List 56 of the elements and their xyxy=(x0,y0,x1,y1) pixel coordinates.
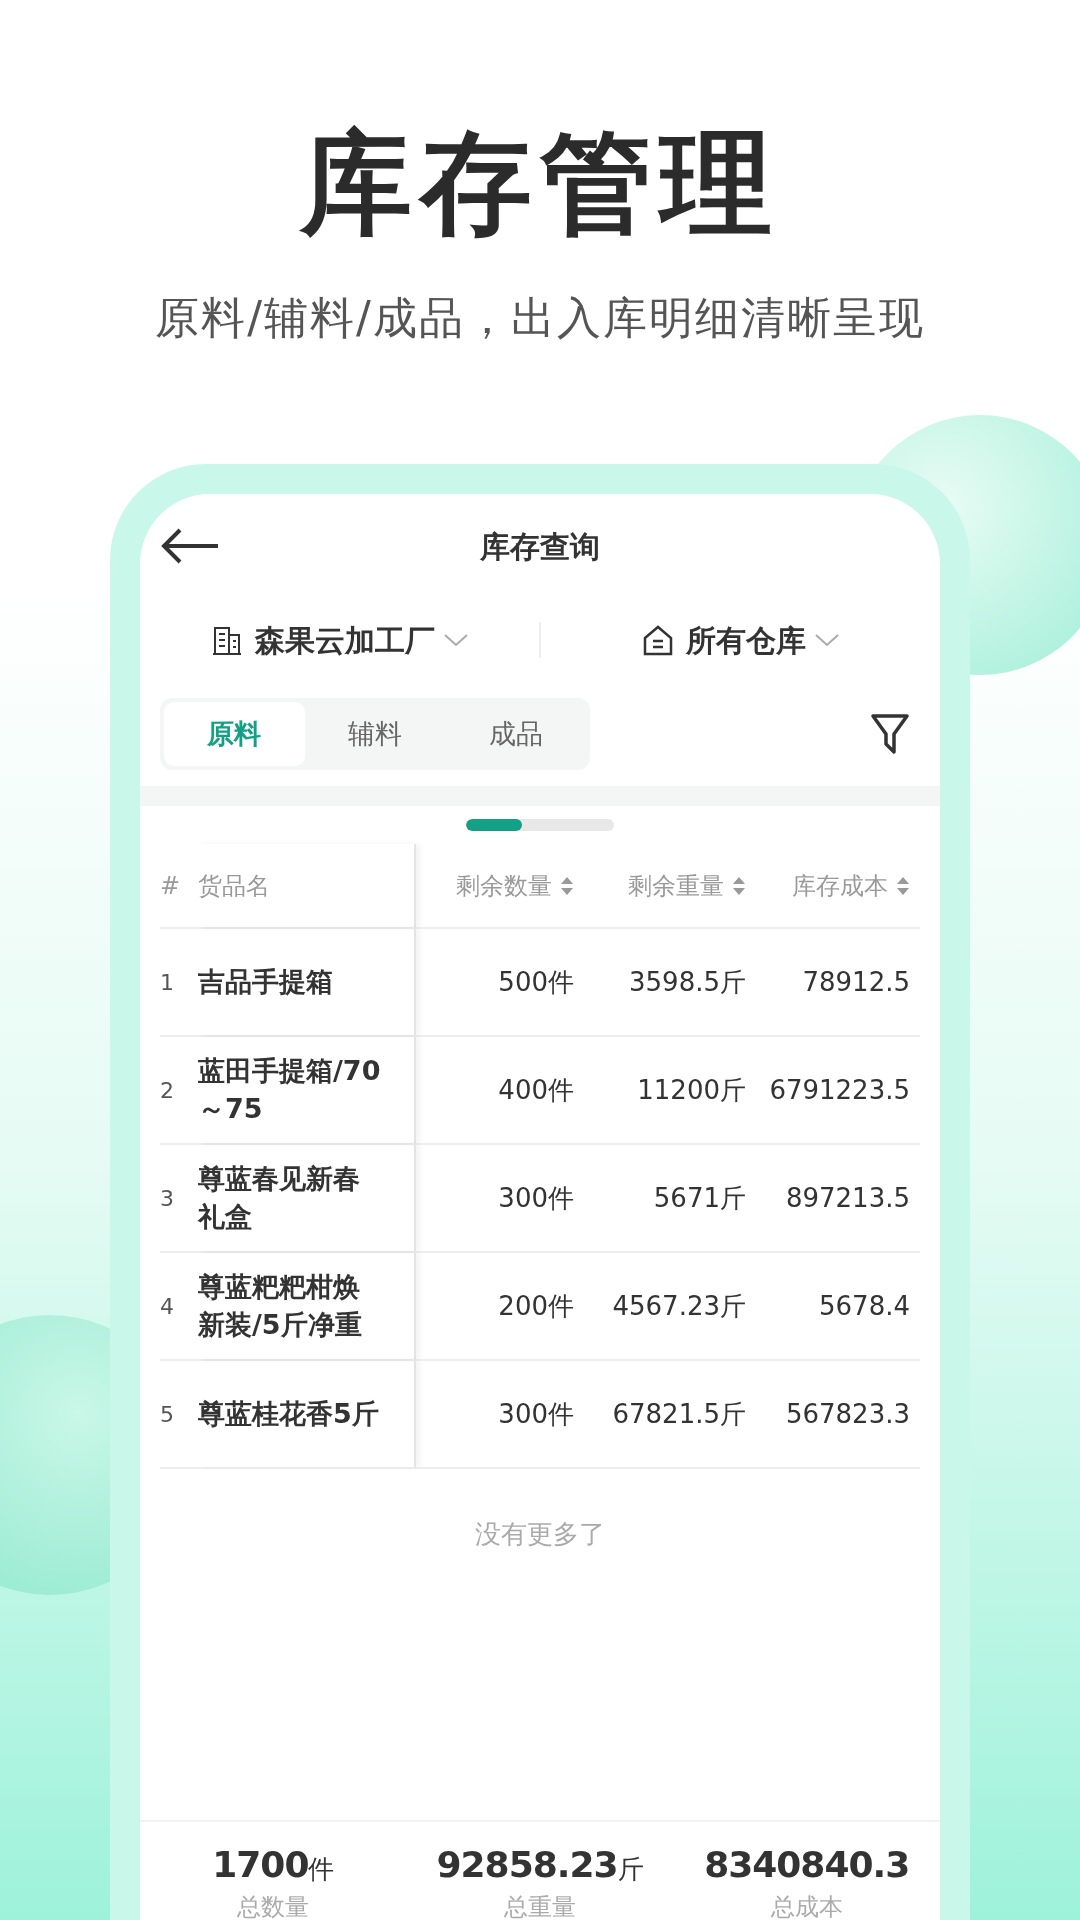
product-name: 尊蓝桂花香5斤 xyxy=(198,1397,379,1431)
product-name: 尊蓝春见新春礼盒 xyxy=(198,1162,361,1234)
total-value: 8340840.3 xyxy=(704,1844,910,1886)
table-cell-text: 3598.5斤 xyxy=(628,965,746,999)
tab[interactable]: 原料 xyxy=(164,702,305,766)
table-cell-text: 300件 xyxy=(497,1181,574,1215)
table-cell-text: 567823.3 xyxy=(784,1397,910,1431)
product-name: 尊蓝粑粑柑焕新装/5斤净重 xyxy=(198,1270,363,1342)
table-cell-text: 11200斤 xyxy=(636,1073,746,1107)
headline: 库存管理 xyxy=(300,118,780,248)
table-cell-text: 300件 xyxy=(497,1397,574,1431)
column-header: 剩余重量 xyxy=(628,870,724,902)
building-icon xyxy=(210,625,243,655)
row-number: 2 xyxy=(160,1076,175,1105)
sort-icon[interactable] xyxy=(896,875,910,896)
row-number: 1 xyxy=(160,968,175,997)
total-value: 1700 xyxy=(212,1844,309,1886)
total-label: 总成本 xyxy=(770,1892,843,1920)
total-label: 总数量 xyxy=(237,1892,310,1920)
table-cell-text: 500件 xyxy=(497,965,574,999)
sort-icon[interactable] xyxy=(560,875,574,896)
table-cell-text: 200件 xyxy=(497,1289,574,1323)
subtitle: 原料/辅料/成品，出入库明细清晰呈现 xyxy=(155,291,925,345)
factory-selector[interactable]: 森果云加工厂 xyxy=(140,617,539,663)
end-note: 没有更多了 xyxy=(474,1518,606,1551)
total-value: 92858.23 xyxy=(436,1844,618,1886)
column-header: 库存成本 xyxy=(792,870,888,902)
screen-title: 库存查询 xyxy=(480,527,600,566)
sort-icon[interactable] xyxy=(732,875,746,896)
table-cell-text: 67821.5斤 xyxy=(611,1397,746,1431)
column-header: 剩余数量 xyxy=(456,870,552,902)
total-unit: 件 xyxy=(308,1854,335,1886)
table-cell-text: 4567.23斤 xyxy=(611,1289,746,1323)
tab[interactable]: 成品 xyxy=(445,702,586,766)
tab[interactable]: 辅料 xyxy=(304,702,446,766)
house-icon xyxy=(641,624,674,656)
back-arrow-icon[interactable] xyxy=(160,526,220,566)
column-header: 货品名 xyxy=(198,844,416,927)
chevron-down-icon xyxy=(813,632,840,648)
row-number: 4 xyxy=(160,1292,175,1321)
table-cell-text: 5671斤 xyxy=(652,1181,746,1215)
chevron-down-icon xyxy=(442,632,469,648)
product-name: 蓝田手提箱/70～75 xyxy=(198,1054,382,1126)
row-number: 3 xyxy=(160,1184,175,1213)
total-unit: 斤 xyxy=(617,1853,644,1886)
total-label: 总重量 xyxy=(504,1892,576,1920)
table-cell-text: 5678.4 xyxy=(818,1289,910,1323)
table-cell-text: 897213.5 xyxy=(784,1181,910,1215)
row-number: 5 xyxy=(160,1400,175,1429)
column-header: # xyxy=(160,870,182,902)
warehouse-selector[interactable]: 所有仓库 xyxy=(541,617,940,663)
product-name: 吉品手提箱 xyxy=(198,965,333,999)
table-cell-text: 400件 xyxy=(497,1073,574,1107)
filter-icon[interactable] xyxy=(870,712,910,756)
table-cell-text: 78912.5 xyxy=(801,965,910,999)
table-cell-text: 6791223.5 xyxy=(768,1073,910,1107)
